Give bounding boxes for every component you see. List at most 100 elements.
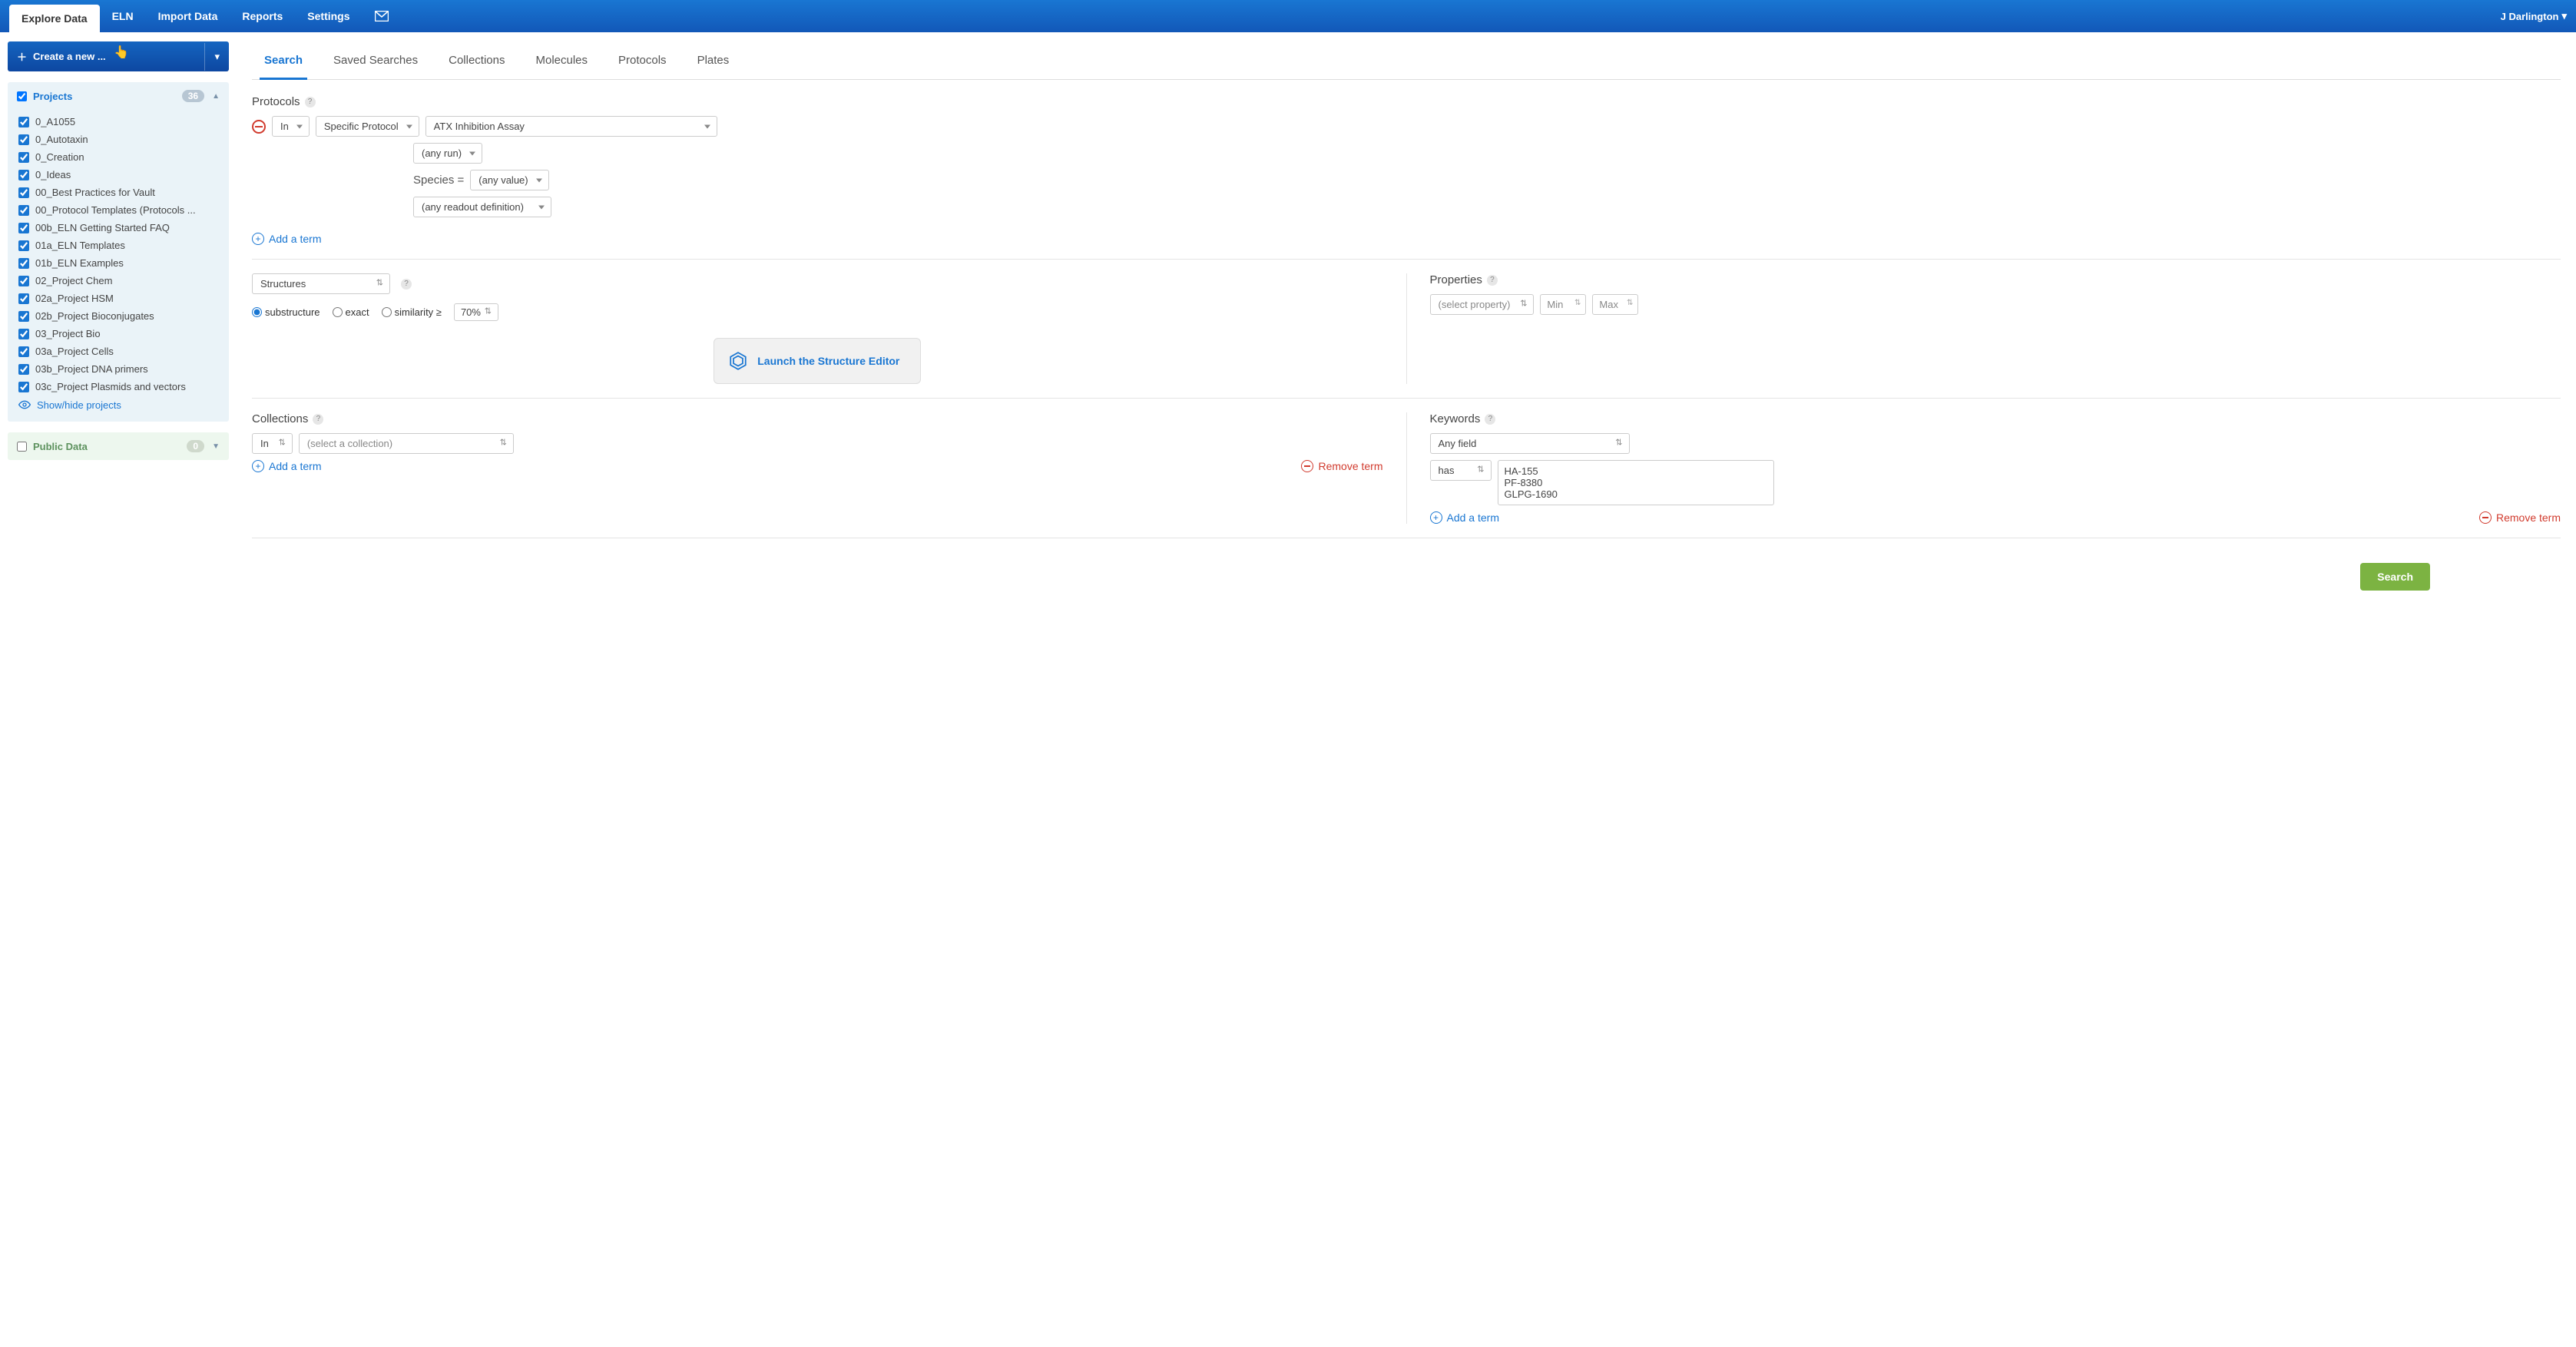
project-label: 0_Ideas — [35, 169, 71, 180]
project-item[interactable]: 01a_ELN Templates — [15, 237, 224, 254]
project-item[interactable]: 0_Ideas — [15, 166, 224, 184]
create-new-dropdown[interactable]: ▾ — [204, 43, 229, 71]
project-item[interactable]: 03_Project Bio — [15, 325, 224, 343]
project-item[interactable]: 03b_Project DNA primers — [15, 360, 224, 378]
collections-in-dropdown[interactable]: In — [252, 433, 293, 454]
keywords-op-dropdown[interactable]: has — [1430, 460, 1492, 481]
project-item[interactable]: 0_Creation — [15, 148, 224, 166]
project-checkbox[interactable] — [18, 187, 29, 198]
show-hide-projects[interactable]: Show/hide projects — [15, 395, 224, 414]
collections-add-term[interactable]: + Add a term — [252, 460, 321, 472]
project-item[interactable]: 0_Autotaxin — [15, 131, 224, 148]
protocol-in-dropdown[interactable]: In — [272, 116, 310, 137]
subtab-plates[interactable]: Plates — [693, 48, 734, 79]
protocols-add-term[interactable]: + Add a term — [252, 233, 321, 245]
project-checkbox[interactable] — [18, 205, 29, 216]
project-checkbox[interactable] — [18, 152, 29, 163]
public-data-header[interactable]: Public Data 0 ▼ — [8, 432, 229, 460]
subtab-bar: Search Saved Searches Collections Molecu… — [252, 40, 2561, 80]
project-item[interactable]: 03a_Project Cells — [15, 343, 224, 360]
top-tab-reports[interactable]: Reports — [230, 0, 295, 32]
project-checkbox[interactable] — [18, 311, 29, 322]
project-label: 01a_ELN Templates — [35, 240, 125, 251]
property-select[interactable]: (select property) — [1430, 294, 1535, 315]
project-item[interactable]: 02a_Project HSM — [15, 290, 224, 307]
minus-circle-icon — [1301, 460, 1313, 472]
structures-section: Structures ? substructure exact similari… — [252, 273, 1407, 384]
subtab-protocols[interactable]: Protocols — [614, 48, 671, 79]
project-item[interactable]: 01b_ELN Examples — [15, 254, 224, 272]
project-checkbox[interactable] — [18, 329, 29, 339]
create-new-label: Create a new ... — [33, 51, 106, 62]
messages-icon[interactable] — [363, 0, 401, 32]
protocol-run-dropdown[interactable]: (any run) — [413, 143, 482, 164]
collections-section: Collections ? In (select a collection) +… — [252, 412, 1407, 524]
launch-structure-editor[interactable]: Launch the Structure Editor — [714, 338, 921, 384]
project-checkbox[interactable] — [18, 223, 29, 233]
keywords-textarea[interactable]: HA-155 PF-8380 GLPG-1690 — [1498, 460, 1774, 505]
keywords-add-term[interactable]: + Add a term — [1430, 511, 1499, 524]
project-label: 00_Protocol Templates (Protocols ... — [35, 204, 196, 216]
protocol-type-dropdown[interactable]: Specific Protocol — [316, 116, 419, 137]
project-checkbox[interactable] — [18, 293, 29, 304]
project-item[interactable]: 03c_Project Plasmids and vectors — [15, 378, 224, 395]
project-item[interactable]: 02_Project Chem — [15, 272, 224, 290]
property-min-input[interactable]: Min — [1540, 294, 1586, 315]
help-icon[interactable]: ? — [313, 414, 323, 425]
subtab-molecules[interactable]: Molecules — [531, 48, 593, 79]
project-checkbox[interactable] — [18, 346, 29, 357]
project-checkbox[interactable] — [18, 258, 29, 269]
top-tab-explore-data[interactable]: Explore Data — [9, 5, 100, 32]
similarity-radio[interactable]: similarity ≥ — [382, 306, 442, 318]
project-checkbox[interactable] — [18, 364, 29, 375]
project-item[interactable]: 00_Protocol Templates (Protocols ... — [15, 201, 224, 219]
protocol-assay-dropdown[interactable]: ATX Inhibition Assay — [425, 116, 717, 137]
project-checkbox[interactable] — [18, 134, 29, 145]
property-max-input[interactable]: Max — [1592, 294, 1638, 315]
project-checkbox[interactable] — [18, 117, 29, 127]
user-menu[interactable]: J Darlington ▾ — [2501, 10, 2567, 22]
exact-radio[interactable]: exact — [333, 306, 369, 318]
subtab-collections[interactable]: Collections — [444, 48, 509, 79]
structures-dropdown[interactable]: Structures — [252, 273, 390, 294]
project-checkbox[interactable] — [18, 276, 29, 286]
help-icon[interactable]: ? — [1485, 414, 1495, 425]
show-hide-label: Show/hide projects — [37, 399, 121, 411]
species-value-dropdown[interactable]: (any value) — [470, 170, 548, 190]
create-new-main[interactable]: ＋ Create a new ... — [8, 41, 204, 71]
collections-select[interactable]: (select a collection) — [299, 433, 514, 454]
keywords-field-dropdown[interactable]: Any field — [1430, 433, 1630, 454]
help-icon[interactable]: ? — [1487, 275, 1498, 286]
projects-list[interactable]: 0_A1055 0_Autotaxin 0_Creation 0_Ideas 0… — [8, 110, 229, 422]
help-icon[interactable]: ? — [401, 279, 412, 290]
help-icon[interactable]: ? — [305, 97, 316, 108]
remove-protocol-term[interactable] — [252, 120, 266, 134]
protocols-section: Protocols ? In Specific Protocol ATX Inh… — [252, 95, 2561, 245]
public-data-checkbox[interactable] — [17, 442, 27, 452]
projects-checkbox-all[interactable] — [17, 91, 27, 101]
keywords-remove-term[interactable]: Remove term — [2479, 511, 2561, 524]
project-item[interactable]: 00_Best Practices for Vault — [15, 184, 224, 201]
subtab-saved-searches[interactable]: Saved Searches — [329, 48, 422, 79]
project-checkbox[interactable] — [18, 382, 29, 392]
collections-remove-term[interactable]: Remove term — [1301, 460, 1382, 472]
projects-panel-header[interactable]: Projects 36 ▲ — [8, 82, 229, 110]
project-label: 03b_Project DNA primers — [35, 363, 148, 375]
project-checkbox[interactable] — [18, 240, 29, 251]
search-button[interactable]: Search — [2360, 563, 2430, 591]
keywords-section: Keywords ? Any field has HA-155 PF-8380 … — [1407, 412, 2561, 524]
readout-dropdown[interactable]: (any readout definition) — [413, 197, 551, 217]
substructure-radio[interactable]: substructure — [252, 306, 320, 318]
project-label: 02_Project Chem — [35, 275, 112, 286]
project-item[interactable]: 00b_ELN Getting Started FAQ — [15, 219, 224, 237]
similarity-pct-dropdown[interactable]: 70% — [454, 303, 498, 321]
project-item[interactable]: 0_A1055 — [15, 113, 224, 131]
subtab-search[interactable]: Search — [260, 48, 307, 80]
top-tab-settings[interactable]: Settings — [295, 0, 362, 32]
top-tab-import-data[interactable]: Import Data — [146, 0, 230, 32]
project-item[interactable]: 02b_Project Bioconjugates — [15, 307, 224, 325]
create-new-button[interactable]: ＋ Create a new ... ▾ — [8, 41, 229, 71]
main-content: Search Saved Searches Collections Molecu… — [237, 32, 2576, 614]
top-tab-eln[interactable]: ELN — [100, 0, 146, 32]
project-checkbox[interactable] — [18, 170, 29, 180]
